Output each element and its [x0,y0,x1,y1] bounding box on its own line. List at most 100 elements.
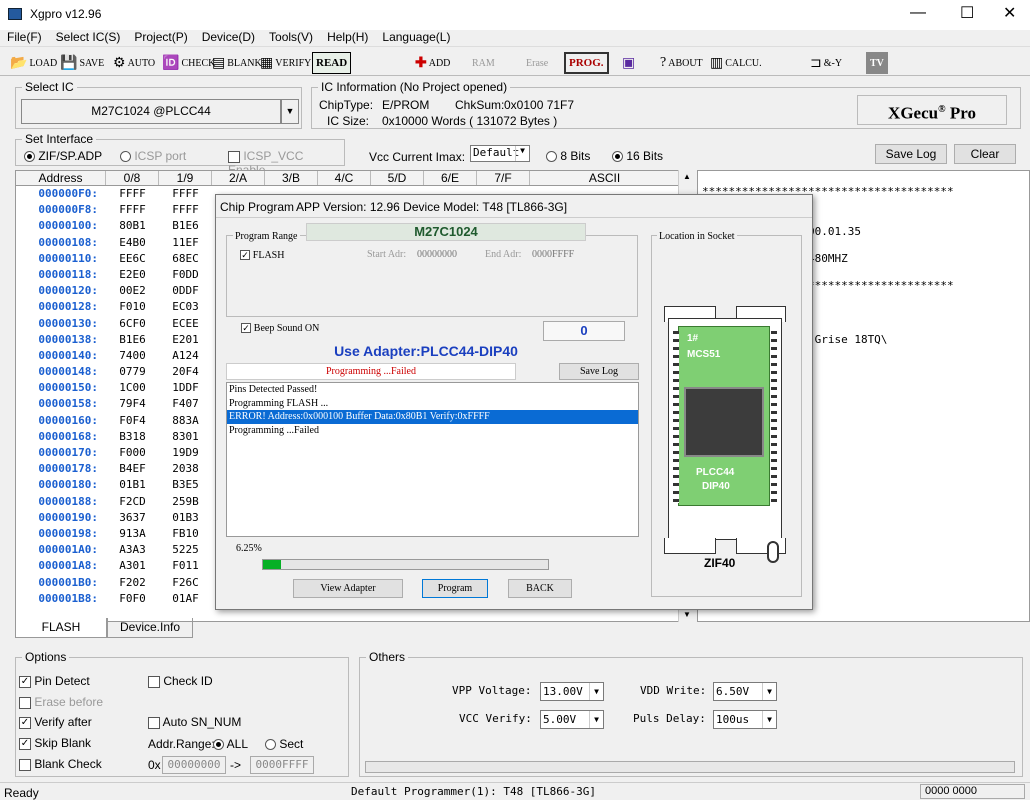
minimize-button[interactable]: — [910,4,926,22]
ram-button[interactable]: RAM [472,52,495,74]
status-code: 0000 0000 [920,784,1025,799]
auto-button[interactable]: ⚙ AUTO [113,52,155,74]
verify-after-checkbox[interactable]: ✓ Verify after [19,715,92,729]
hex-cell: A124 [172,348,199,362]
maximize-button[interactable]: ☐ [960,3,974,23]
vcc-verify-select[interactable]: 5.00V ▼ [540,710,604,729]
hex-address: 00000168: [38,429,98,443]
plcc-label: PLCC44 [696,467,735,478]
hex-cell: E2E0 [119,267,146,281]
bits8-radio[interactable]: 8 Bits [546,149,590,163]
back-button[interactable]: BACK [508,579,572,598]
select-ic-dropdown-button[interactable]: ▼ [281,99,299,124]
chevron-down-icon: ▼ [589,683,603,700]
range-end-input[interactable]: 0000FFFF [250,756,314,774]
blank-button[interactable]: ▤ BLANK [212,52,262,74]
range-start-input[interactable]: 00000000 [162,756,226,774]
skip-blank-checkbox[interactable]: ✓ Skip Blank [19,736,91,750]
scroll-up-icon[interactable]: ▲ [683,172,691,181]
tab-device-info[interactable]: Device.Info [107,618,193,638]
hex-address: 000000F8: [38,203,98,217]
hex-cell: B318 [119,429,146,443]
erase-button[interactable]: Erase [526,52,548,74]
auto-sn-box [148,716,160,729]
tab-flash[interactable]: FLASH [15,618,107,638]
sect-radio[interactable]: Sect [265,737,303,751]
flash-range-checkbox[interactable]: ✓ FLASH [240,250,284,261]
all-radio[interactable]: ALL [213,737,248,751]
socket-bottom-left-tab [664,538,716,554]
status-programmer: Default Programmer(1): T48 [TL866-3G] [351,785,597,798]
bits16-radio[interactable]: 16 Bits [612,149,663,163]
view-adapter-button[interactable]: View Adapter [293,579,403,598]
hex-address: 00000118: [38,267,98,281]
plcc-chip [684,387,764,457]
vcc-select[interactable]: Default ▼ [470,145,530,162]
hex-header-2: 1/9 [159,171,212,185]
dialog-save-log-button[interactable]: Save Log [559,363,639,380]
menu-file[interactable]: File(F) [0,30,49,46]
ic-size-label: IC Size: [327,114,370,128]
hex-address: 00000148: [38,365,98,379]
program-button[interactable]: Program [422,579,488,598]
load-button[interactable]: 📂 LOAD [10,52,57,74]
verify-button[interactable]: ▦ VERIFY [260,52,311,74]
select-ic-field[interactable]: M27C1024 @PLCC44 [21,99,281,124]
vdd-label: VDD Write: [640,684,707,697]
vpp-select[interactable]: 13.00V ▼ [540,682,604,701]
auto-icon: ⚙ [113,55,126,71]
menu-device[interactable]: Device(D) [195,30,262,46]
puls-delay-label: Puls Delay: [633,712,706,725]
chip-number: 1# [687,333,699,344]
add-button[interactable]: ✚ ADD [415,52,450,74]
hex-cell: F000 [119,446,146,459]
save-button[interactable]: 💾 SAVE [60,52,104,74]
beep-checkbox[interactable]: ✓ Beep Sound ON [241,323,319,334]
dialog-title: Chip Program [220,200,295,214]
hex-address: 00000110: [38,251,98,265]
menu-language[interactable]: Language(L) [375,30,457,46]
scroll-down-icon[interactable]: ▼ [683,610,691,619]
prog-button[interactable]: PROG. [564,52,609,74]
icsp-radio[interactable]: ICSP port [120,149,186,163]
chevron-down-icon: ▼ [515,146,529,161]
check-id-checkbox[interactable]: Check ID [148,674,213,688]
hex-cell: F0DD [172,267,199,281]
menu-project[interactable]: Project(P) [127,30,194,46]
menu-help[interactable]: Help(H) [320,30,375,46]
dialog-log-line: Programming FLASH ... [229,397,329,409]
hex-header-5: 4/C [318,171,371,185]
close-button[interactable]: ✕ [1003,3,1016,23]
erase-before-checkbox[interactable]: Erase before [19,695,103,709]
vcc-label: Vcc Current Imax: [369,150,466,164]
save-log-button[interactable]: Save Log [875,144,947,164]
read-button[interactable]: READ [312,52,352,74]
clear-button[interactable]: Clear [954,144,1016,164]
chiptype-value: E/PROM [382,98,430,112]
check-button[interactable]: 🆔 CHECK [162,52,215,74]
vdd-select[interactable]: 6.50V ▼ [713,682,777,701]
hex-header-7: 6/E [424,171,477,185]
hex-header-1: 0/8 [106,171,159,185]
pin-detect-checkbox[interactable]: ✓ Pin Detect [19,674,90,688]
chksum-label: ChkSum: [455,98,505,112]
logic-button[interactable]: ⊐ &-Y [810,52,842,74]
chip-button[interactable]: ▣ [622,52,637,74]
calcu-button[interactable]: ▥ CALCU. [710,52,762,74]
about-button[interactable]: ? ABOUT [660,52,703,74]
hex-address: 000000F0: [38,187,98,200]
blank-check-checkbox[interactable]: Blank Check [19,757,102,771]
puls-delay-select[interactable]: 100us ▼ [713,710,777,729]
zif-radio[interactable]: ZIF/SP.ADP [24,149,102,163]
dip-label: DIP40 [702,481,730,492]
right-pins [771,331,777,503]
tv-button[interactable]: TV [866,52,888,74]
menu-tools[interactable]: Tools(V) [262,30,320,46]
dialog-app-version: APP Version: 12.96 Device Model: T48 [TL… [296,200,568,214]
auto-sn-checkbox[interactable]: Auto SN_NUM [148,715,241,729]
menu-select-ic[interactable]: Select IC(S) [49,30,128,46]
left-pins [673,331,679,503]
dialog-chip-name: M27C1024 [306,223,586,241]
hex-cell: 8301 [172,429,199,443]
xgecu-logo: XGecu® Pro [857,95,1007,125]
